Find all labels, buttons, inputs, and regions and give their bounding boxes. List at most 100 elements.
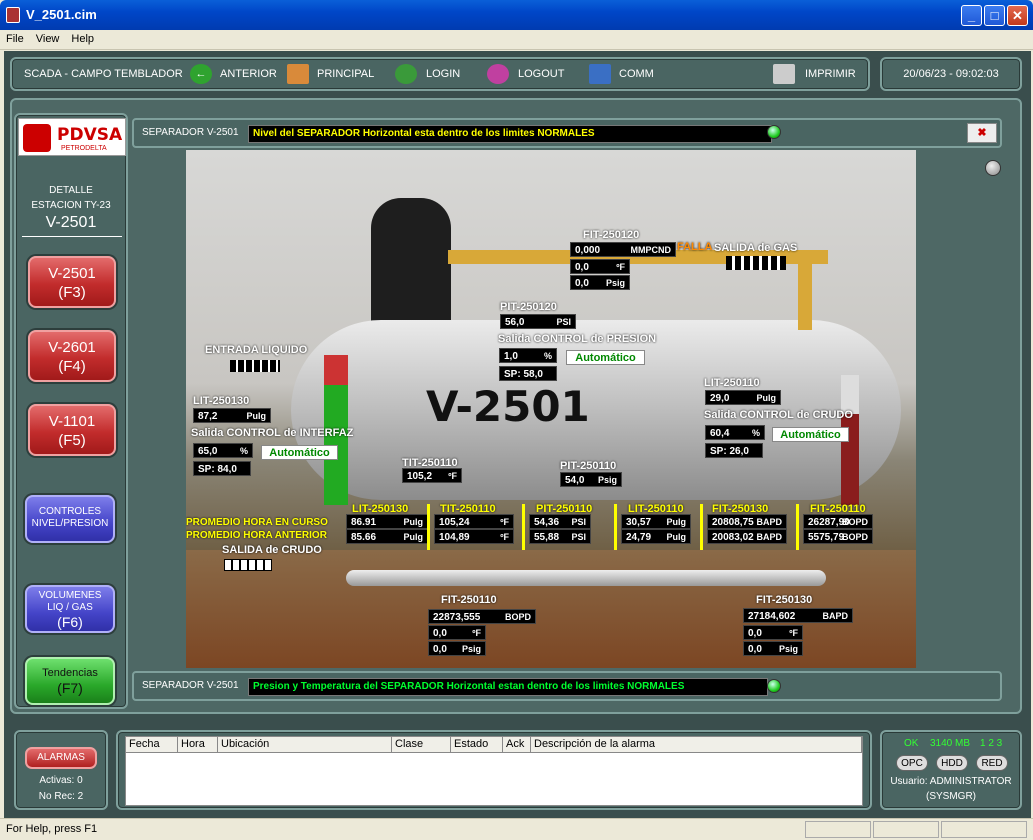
fit250110-flow: 22873,555 BOPD [428, 609, 536, 624]
message-bar-bottom: SEPARADOR V-2501 Presion y Temperatura d… [132, 671, 1002, 701]
avg-current-value: 86.91 Pulg [346, 514, 428, 529]
gas-pipe-riser [798, 250, 812, 330]
status-led-icon [767, 679, 781, 693]
avg-previous-value: 24,79 Pulg [621, 529, 691, 544]
avg-separator [522, 504, 525, 550]
menu-view[interactable]: View [30, 30, 66, 45]
fit250110-tag: FIT-250110 [441, 594, 497, 606]
system-status: OK 3140 MB 1 2 3 OPC HDD RED Usuario: AD… [880, 730, 1022, 810]
alarm-summary: ALARMAS Activas: 0 No Rec: 2 [14, 730, 108, 810]
avg-previous-value: 104,89 ºF [434, 529, 514, 544]
message-text-bottom: Presion y Temperatura del SEPARADOR Hori… [248, 678, 768, 696]
col-clase[interactable]: Clase [392, 737, 451, 753]
fit250110-press: 0,0 Psig [428, 641, 486, 656]
prom-curso-label: PROMEDIO HORA EN CURSO [186, 517, 328, 528]
close-screen-icon[interactable]: ✖ [967, 123, 997, 143]
norec-count: No Rec: 2 [38, 791, 84, 802]
alarm-table[interactable]: Fecha Hora Ubicación Clase Estado Ack De… [125, 736, 863, 806]
activas-count: Activas: 0 [39, 775, 83, 786]
avg-previous-value: 55,88 PSI [529, 529, 591, 544]
lit250130-setpoint[interactable]: SP: 84,0 [193, 461, 251, 476]
back-arrow-icon[interactable]: ← [190, 64, 212, 84]
users-login-icon[interactable] [395, 64, 417, 84]
menu-help[interactable]: Help [65, 30, 100, 45]
lit250110-ctrl-label: Salida CONTROL de CRUDO [704, 409, 853, 421]
imprimir-button[interactable]: IMPRIMIR [805, 68, 856, 80]
vessel-label: V-2501 [426, 382, 590, 431]
falla-label: FALLA [677, 241, 713, 253]
lit250130-mode-button[interactable]: Automático [261, 445, 338, 460]
red-indicator: RED [976, 755, 1008, 771]
opc-indicator: OPC [896, 755, 928, 771]
lit250130-tag: LIT-250130 [193, 395, 250, 407]
message-text-top: Nivel del SEPARADOR Horizontal esta dent… [248, 125, 772, 143]
col-fecha[interactable]: Fecha [126, 737, 178, 753]
principal-button[interactable]: PRINCIPAL [317, 68, 374, 80]
v2501-button[interactable]: V-2501 (F3) [28, 256, 116, 308]
avg-current-value: 54,36 PSI [529, 514, 591, 529]
avg-current-value: 30,57 Pulg [621, 514, 691, 529]
col-descripcion[interactable]: Descripción de la alarma [531, 737, 862, 753]
ok-status: OK [904, 738, 919, 749]
fit250120-press: 0,0 Psig [570, 275, 630, 290]
system-name: SCADA - CAMPO TEMBLADOR [24, 68, 183, 80]
avg-separator [614, 504, 617, 550]
fit250110-temp: 0,0 ºF [428, 625, 486, 640]
memory-status: 3140 MB [930, 738, 971, 749]
v2601-button[interactable]: V-2601 (F4) [28, 330, 116, 382]
users-logout-icon[interactable] [487, 64, 509, 84]
maximize-button[interactable]: □ [984, 5, 1005, 26]
col-ack[interactable]: Ack [503, 737, 531, 753]
help-text: For Help, press F1 [6, 823, 98, 835]
hdd-indicator: HDD [936, 755, 968, 771]
fit250130-press: 0,0 Psig [743, 641, 803, 656]
equipo-label: V-2501 [45, 214, 97, 231]
pit250120-output: 1,0% [499, 348, 557, 363]
status-led-icon [767, 125, 781, 139]
scrubber-vessel [371, 198, 451, 338]
col-estado[interactable]: Estado [451, 737, 503, 753]
crude-arrow-icon [224, 559, 272, 571]
status-bar: For Help, press F1 [0, 818, 1033, 840]
close-button[interactable]: ✕ [1007, 5, 1028, 26]
fit250120-flow: 0,000 MMPCND [570, 242, 676, 257]
minimize-button[interactable]: _ [961, 5, 982, 26]
col-ubicacion[interactable]: Ubicación [218, 737, 392, 753]
comm-button[interactable]: COMM [619, 68, 654, 80]
salida-crudo-label: SALIDA de CRUDO [222, 544, 322, 556]
divider [22, 236, 122, 237]
process-scene: V-2501 FIT-250120 0,000 MMPCND FALLA 0,0 º… [186, 150, 916, 668]
title-bar: V_2501.cim _ □ ✕ [0, 0, 1033, 30]
prom-anterior-label: PROMEDIO HORA ANTERIOR [186, 530, 327, 541]
lit250110-mode-button[interactable]: Automático [772, 427, 849, 442]
lit250110-setpoint[interactable]: SP: 26,0 [705, 443, 763, 458]
avg-separator [700, 504, 703, 550]
menu-bar: File View Help [0, 30, 1033, 50]
pit250120-value: 56,0 PSI [500, 314, 576, 329]
inlet-arrow-icon [230, 360, 280, 372]
anterior-button[interactable]: ANTERIOR [220, 68, 277, 80]
v1101-button[interactable]: V-1101 (F5) [28, 404, 116, 456]
logout-button[interactable]: LOGOUT [518, 68, 564, 80]
volumenes-button[interactable]: VOLUMENES LIQ / GAS (F6) [25, 585, 115, 633]
avg-current-value: 105,24 ºF [434, 514, 514, 529]
avg-previous-value: 20083,02 BAPD [707, 529, 787, 544]
home-icon[interactable] [287, 64, 309, 84]
avg-previous-value: 5575,79 BOPD [803, 529, 873, 544]
pdvsa-logo: PDVSA PETRODELTA [18, 118, 126, 156]
lit250110-output: 60,4% [705, 425, 765, 440]
tendencias-button[interactable]: Tendencias (F7) [25, 657, 115, 705]
alarmas-button[interactable]: ALARMAS [25, 747, 97, 769]
controles-button[interactable]: CONTROLES NIVEL/PRESION [25, 495, 115, 543]
indicator-icon [985, 160, 1001, 176]
pit250120-setpoint[interactable]: SP: 58,0 [499, 366, 557, 381]
menu-file[interactable]: File [0, 30, 30, 45]
network-icon[interactable] [589, 64, 611, 84]
avg-separator [796, 504, 799, 550]
pit250120-mode-button[interactable]: Automático [566, 350, 645, 365]
login-button[interactable]: LOGIN [426, 68, 460, 80]
gas-arrow-icon [726, 256, 786, 270]
col-hora[interactable]: Hora [178, 737, 218, 753]
printer-icon[interactable] [773, 64, 795, 84]
toolbar: SCADA - CAMPO TEMBLADOR ← ANTERIOR PRINC… [10, 57, 870, 91]
